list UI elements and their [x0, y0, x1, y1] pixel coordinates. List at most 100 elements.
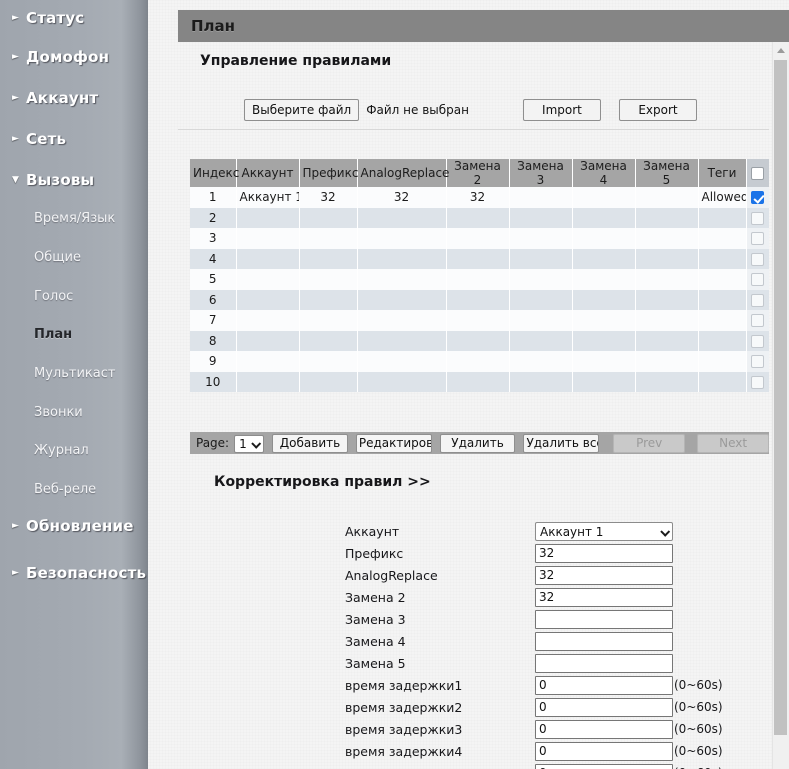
- prev-page-button[interactable]: Prev: [613, 433, 686, 453]
- sidebar-item-3[interactable]: ► Аккаунт: [0, 80, 148, 116]
- scroll-up-arrow-icon[interactable]: [773, 42, 789, 58]
- cell-row-checkbox[interactable]: [746, 269, 769, 290]
- page-root: ► Статус ► Домофон ► Аккаунт ► Сеть ▼ Вызовы Время…: [0, 0, 789, 769]
- cell-row-checkbox[interactable]: [746, 371, 769, 392]
- form-input[interactable]: [535, 587, 673, 607]
- form-row: время задержки1 (0~60s): [345, 674, 765, 696]
- row-checkbox[interactable]: [751, 355, 765, 369]
- table-row[interactable]: 4: [190, 248, 769, 269]
- edit-rule-button[interactable]: Редактировать: [355, 433, 432, 453]
- sidebar-subitem-8[interactable]: Веб-реле: [0, 473, 148, 505]
- sidebar-subitem-3[interactable]: Голос: [0, 280, 148, 312]
- import-button[interactable]: Import: [522, 99, 601, 121]
- sidebar-item-b1[interactable]: ► Обновление: [0, 508, 148, 544]
- cell-row-checkbox[interactable]: [746, 351, 769, 372]
- form-input[interactable]: [535, 631, 673, 651]
- form-input[interactable]: [535, 565, 673, 585]
- cell-row-checkbox[interactable]: [746, 289, 769, 310]
- form-input[interactable]: [535, 763, 673, 769]
- form-label: Префикс: [345, 545, 404, 561]
- cell-account: [236, 248, 300, 269]
- cell-replace4: [572, 330, 636, 351]
- row-checkbox[interactable]: [751, 232, 765, 246]
- cell-analog_replace: [357, 248, 447, 269]
- sidebar-subitem-5[interactable]: Мультикаст: [0, 357, 148, 389]
- vertical-scrollbar[interactable]: [772, 42, 789, 769]
- table-row[interactable]: 6: [190, 289, 769, 310]
- cell-replace2: [446, 330, 510, 351]
- form-row: AnalogReplace: [345, 564, 765, 586]
- table-row[interactable]: 8: [190, 330, 769, 351]
- table-row[interactable]: 9: [190, 351, 769, 372]
- row-checkbox[interactable]: [751, 375, 765, 389]
- form-input[interactable]: [535, 697, 673, 717]
- table-row[interactable]: 1 Аккаунт 1 32 32 32 Allowed: [190, 187, 769, 208]
- sidebar-subitem-7[interactable]: Журнал: [0, 434, 148, 466]
- row-checkbox[interactable]: [751, 314, 765, 328]
- scrollbar-thumb[interactable]: [774, 60, 787, 735]
- choose-file-button[interactable]: Выберите файл: [244, 99, 360, 121]
- cell-replace3: [509, 371, 573, 392]
- form-row: время задержки5(0~60s): [345, 762, 765, 769]
- cell-account: [236, 269, 300, 290]
- form-row: Замена 5: [345, 652, 765, 674]
- table-row[interactable]: 2: [190, 207, 769, 228]
- cell-index: 2: [190, 207, 237, 228]
- cell-replace5: [635, 330, 699, 351]
- form-input[interactable]: [535, 653, 673, 673]
- table-row[interactable]: 3: [190, 228, 769, 249]
- add-rule-button[interactable]: Добавить: [272, 433, 348, 453]
- sidebar-subitem-1[interactable]: Время/Язык: [0, 202, 148, 234]
- select-all-checkbox[interactable]: [751, 167, 765, 180]
- cell-replace5: [635, 310, 699, 331]
- form-row: Аккаунт Аккаунт 1: [345, 520, 765, 542]
- table-row[interactable]: 5: [190, 269, 769, 290]
- cell-analog_replace: 32: [357, 187, 447, 208]
- cell-tags: [698, 248, 747, 269]
- table-row[interactable]: 7: [190, 310, 769, 331]
- cell-row-checkbox[interactable]: [746, 310, 769, 331]
- page-select[interactable]: 1: [234, 435, 265, 453]
- sidebar-subitem-4[interactable]: План: [0, 318, 148, 350]
- sidebar-subitem-6[interactable]: Звонки: [0, 396, 148, 428]
- cell-row-checkbox[interactable]: [746, 207, 769, 228]
- triangle-right-icon: ►: [12, 133, 19, 144]
- file-import-row: Выберите файл Файл не выбран Import Expo…: [244, 99, 697, 121]
- sidebar-subitem-2[interactable]: Общие: [0, 241, 148, 273]
- cell-index: 10: [190, 371, 237, 392]
- form-input[interactable]: [535, 741, 673, 761]
- row-checkbox[interactable]: [751, 191, 765, 205]
- cell-row-checkbox[interactable]: [746, 248, 769, 269]
- sidebar-item-2[interactable]: ► Домофон: [0, 39, 148, 75]
- cell-replace5: [635, 371, 699, 392]
- sidebar-item-1[interactable]: ► Статус: [0, 0, 148, 36]
- cell-analog_replace: [357, 371, 447, 392]
- row-checkbox[interactable]: [751, 252, 765, 266]
- cell-row-checkbox[interactable]: [746, 330, 769, 351]
- form-unit-hint: (0~60s): [674, 678, 723, 692]
- form-label: время задержки2: [345, 699, 463, 715]
- next-page-button[interactable]: Next: [697, 433, 770, 453]
- delete-rule-button[interactable]: Удалить: [439, 433, 516, 453]
- table-row[interactable]: 10: [190, 371, 769, 392]
- row-checkbox[interactable]: [751, 211, 765, 225]
- delete-all-rules-button[interactable]: Удалить все: [523, 433, 600, 453]
- row-checkbox[interactable]: [751, 293, 765, 307]
- row-checkbox[interactable]: [751, 334, 765, 348]
- export-button[interactable]: Export: [618, 99, 697, 121]
- cell-row-checkbox[interactable]: [746, 228, 769, 249]
- sidebar-item-4[interactable]: ► Сеть: [0, 121, 148, 157]
- form-input[interactable]: [535, 675, 673, 695]
- sidebar-subitem-label: Мультикаст: [34, 365, 116, 381]
- table-header-select-all[interactable]: [746, 159, 769, 187]
- row-checkbox[interactable]: [751, 273, 765, 287]
- form-input[interactable]: [535, 543, 673, 563]
- form-label: Замена 5: [345, 655, 406, 671]
- form-select[interactable]: Аккаунт 1: [535, 522, 673, 542]
- sidebar-item-b2[interactable]: ► Безопасность: [0, 555, 148, 591]
- cell-row-checkbox[interactable]: [746, 187, 769, 208]
- form-input[interactable]: [535, 609, 673, 629]
- sidebar-item-5[interactable]: ▼ Вызовы: [0, 162, 148, 198]
- form-input[interactable]: [535, 719, 673, 739]
- form-row: Префикс: [345, 542, 765, 564]
